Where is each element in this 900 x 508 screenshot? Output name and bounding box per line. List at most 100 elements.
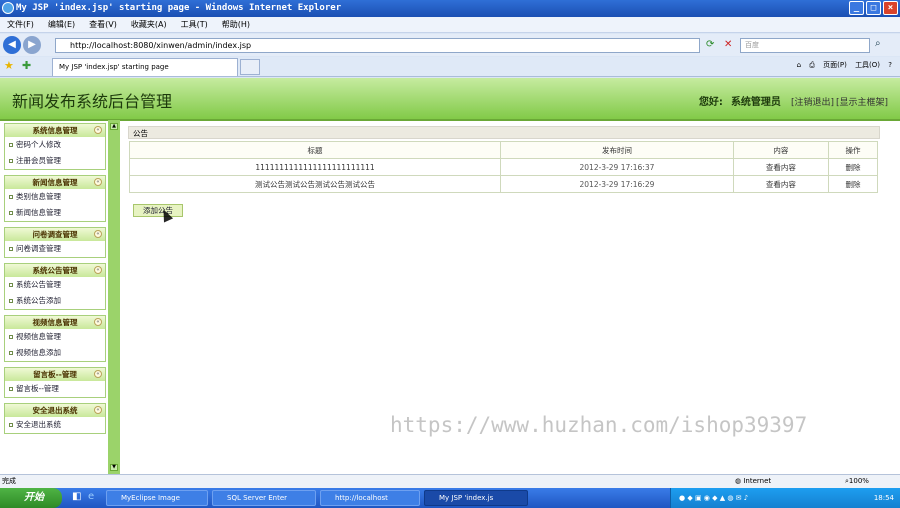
maximize-button[interactable]: □ [866,1,881,15]
sidebar-item-label: 问卷调查管理 [16,244,61,253]
print-icon[interactable]: ⎙ [809,61,815,69]
sidebar-group-header[interactable]: 问卷调查管理 « [5,228,105,241]
tab-current[interactable]: My JSP 'index.jsp' starting page [52,58,238,76]
show-desktop-icon[interactable]: ◧ [72,491,81,502]
sidebar-group-header[interactable]: 安全退出系统 « [5,404,105,417]
column-header: 内容 [732,141,829,159]
sidebar-item-video-add[interactable]: 视频信息添加 [5,345,105,361]
sidebar-item-survey[interactable]: 问卷调查管理 [5,241,105,257]
zoom-level[interactable]: ⌕100% [845,475,869,488]
tab-row: ★ ✚ My JSP 'index.jsp' starting page ⌂ ⎙… [0,57,900,77]
sidebar-item-news[interactable]: 新闻信息管理 [5,205,105,221]
search-input[interactable]: 百度 [740,38,870,53]
sidebar-group-header[interactable]: 系统公告管理 « [5,264,105,277]
watermark-text: https://www.huzhan.com/ishop39397 [390,413,808,437]
menu-bar: 文件(F) 编辑(E) 查看(V) 收藏夹(A) 工具(T) 帮助(H) [0,17,900,33]
new-tab-button[interactable] [240,59,260,75]
menu-file[interactable]: 文件(F) [0,17,41,33]
bullet-icon [9,211,13,215]
address-row: ◀ ▶ http://localhost:8080/xinwen/admin/i… [0,34,900,56]
sidebar-group-header[interactable]: 留言板--管理 « [5,368,105,381]
tray-icons: ● ◆ ▣ ◉ ◆ ▲ ◍ ✉ ♪ [679,494,749,502]
tools-menu[interactable]: 工具(O) [855,61,880,69]
taskbar-button-myeclipse[interactable]: MyEclipse Image [106,490,208,506]
sidebar-item-guestbook[interactable]: 留言板--管理 [5,381,105,397]
sidebar-group-header[interactable]: 系统信息管理 « [5,124,105,137]
home-frame-link[interactable]: [显示主框架] [836,98,888,108]
menu-favorites[interactable]: 收藏夹(A) [124,17,174,33]
zone-label: Internet [743,477,772,485]
collapse-icon[interactable]: « [94,370,102,378]
scroll-up-icon[interactable]: ▲ [110,123,118,130]
collapse-icon[interactable]: « [94,126,102,134]
delete-link[interactable]: 删除 [827,158,879,176]
sidebar-item-notice-add[interactable]: 系统公告添加 [5,293,105,309]
group-title: 留言板--管理 [33,370,77,379]
site-title: 新闻发布系统后台管理 [12,92,173,111]
view-content-link[interactable]: 查看内容 [732,175,829,193]
collapse-icon[interactable]: « [94,266,102,274]
back-button[interactable]: ◀ [3,36,21,54]
add-favorite-icon[interactable]: ✚ [22,59,31,72]
favorites-star-icon[interactable]: ★ [4,59,14,72]
sidebar-group-notice: 系统公告管理 « 系统公告管理 系统公告添加 [4,263,106,310]
ie-quicklaunch-icon[interactable]: e [88,491,94,502]
bullet-icon [9,335,13,339]
search-icon[interactable]: ⌕ [875,38,881,49]
bullet-icon [9,283,13,287]
group-title: 视频信息管理 [32,318,78,327]
notice-table: 标题 发布时间 内容 操作 1111111111111111111111111 … [128,141,879,193]
start-button[interactable]: 开始 [0,488,62,508]
sidebar-item-members[interactable]: 注册会员管理 [5,153,105,169]
sidebar-item-categories[interactable]: 类别信息管理 [5,189,105,205]
menu-help[interactable]: 帮助(H) [215,17,257,33]
table-row: 1111111111111111111111111 2012-3-29 17:1… [128,158,879,176]
sidebar-item-label: 系统公告管理 [16,280,61,289]
sidebar-item-notice-manage[interactable]: 系统公告管理 [5,277,105,293]
close-button[interactable]: × [883,1,898,15]
bullet-icon [9,159,13,163]
cell-title: 1111111111111111111111111 [128,158,502,176]
ie-logo-icon [2,2,14,14]
collapse-icon[interactable]: « [94,178,102,186]
window-title: My JSP 'index.jsp' starting page - Windo… [16,3,342,13]
sidebar-splitter[interactable]: ▲ ▼ [108,120,120,474]
minimize-button[interactable]: _ [849,1,864,15]
forward-button[interactable]: ▶ [23,36,41,54]
collapse-icon[interactable]: « [94,406,102,414]
view-content-link[interactable]: 查看内容 [732,158,829,176]
column-header: 发布时间 [500,141,734,159]
menu-view[interactable]: 查看(V) [82,17,124,33]
stop-icon[interactable]: ✕ [724,39,732,50]
scroll-down-icon[interactable]: ▼ [110,464,118,471]
sidebar-group-exit: 安全退出系统 « 安全退出系统 [4,403,106,434]
column-header: 操作 [827,141,879,159]
page-menu[interactable]: 页面(P) [823,61,847,69]
collapse-icon[interactable]: « [94,318,102,326]
logout-link[interactable]: [注销退出] [791,98,834,108]
taskbar-button-localhost[interactable]: http://localhost [320,490,420,506]
sidebar-group-header[interactable]: 视频信息管理 « [5,316,105,329]
delete-link[interactable]: 删除 [827,175,879,193]
add-notice-button[interactable]: 添加公告 [133,204,183,217]
sidebar-item-video-manage[interactable]: 视频信息管理 [5,329,105,345]
sidebar-item-password[interactable]: 密码个人修改 [5,137,105,153]
menu-edit[interactable]: 编辑(E) [41,17,82,33]
taskbar-button-jsp[interactable]: My JSP 'index.js [424,490,528,506]
sidebar-item-exit[interactable]: 安全退出系统 [5,417,105,433]
sidebar-group-news: 新闻信息管理 « 类别信息管理 新闻信息管理 [4,175,106,222]
user-greeting: 您好: 系统管理员 [注销退出] [显示主框架] [699,93,888,108]
taskbar-button-sqlserver[interactable]: SQL Server Enter [212,490,316,506]
greeting-label: 您好: [698,97,723,108]
bullet-icon [9,351,13,355]
address-input[interactable]: http://localhost:8080/xinwen/admin/index… [55,38,700,53]
sidebar-group-header[interactable]: 新闻信息管理 « [5,176,105,189]
refresh-icon[interactable]: ⟳ [706,39,714,50]
bullet-icon [9,387,13,391]
help-icon[interactable]: ? [888,61,892,69]
menu-tools[interactable]: 工具(T) [174,17,215,33]
sidebar-item-label: 系统公告添加 [16,296,61,305]
home-icon[interactable]: ⌂ [797,61,801,69]
sidebar-group-video: 视频信息管理 « 视频信息管理 视频信息添加 [4,315,106,362]
collapse-icon[interactable]: « [94,230,102,238]
